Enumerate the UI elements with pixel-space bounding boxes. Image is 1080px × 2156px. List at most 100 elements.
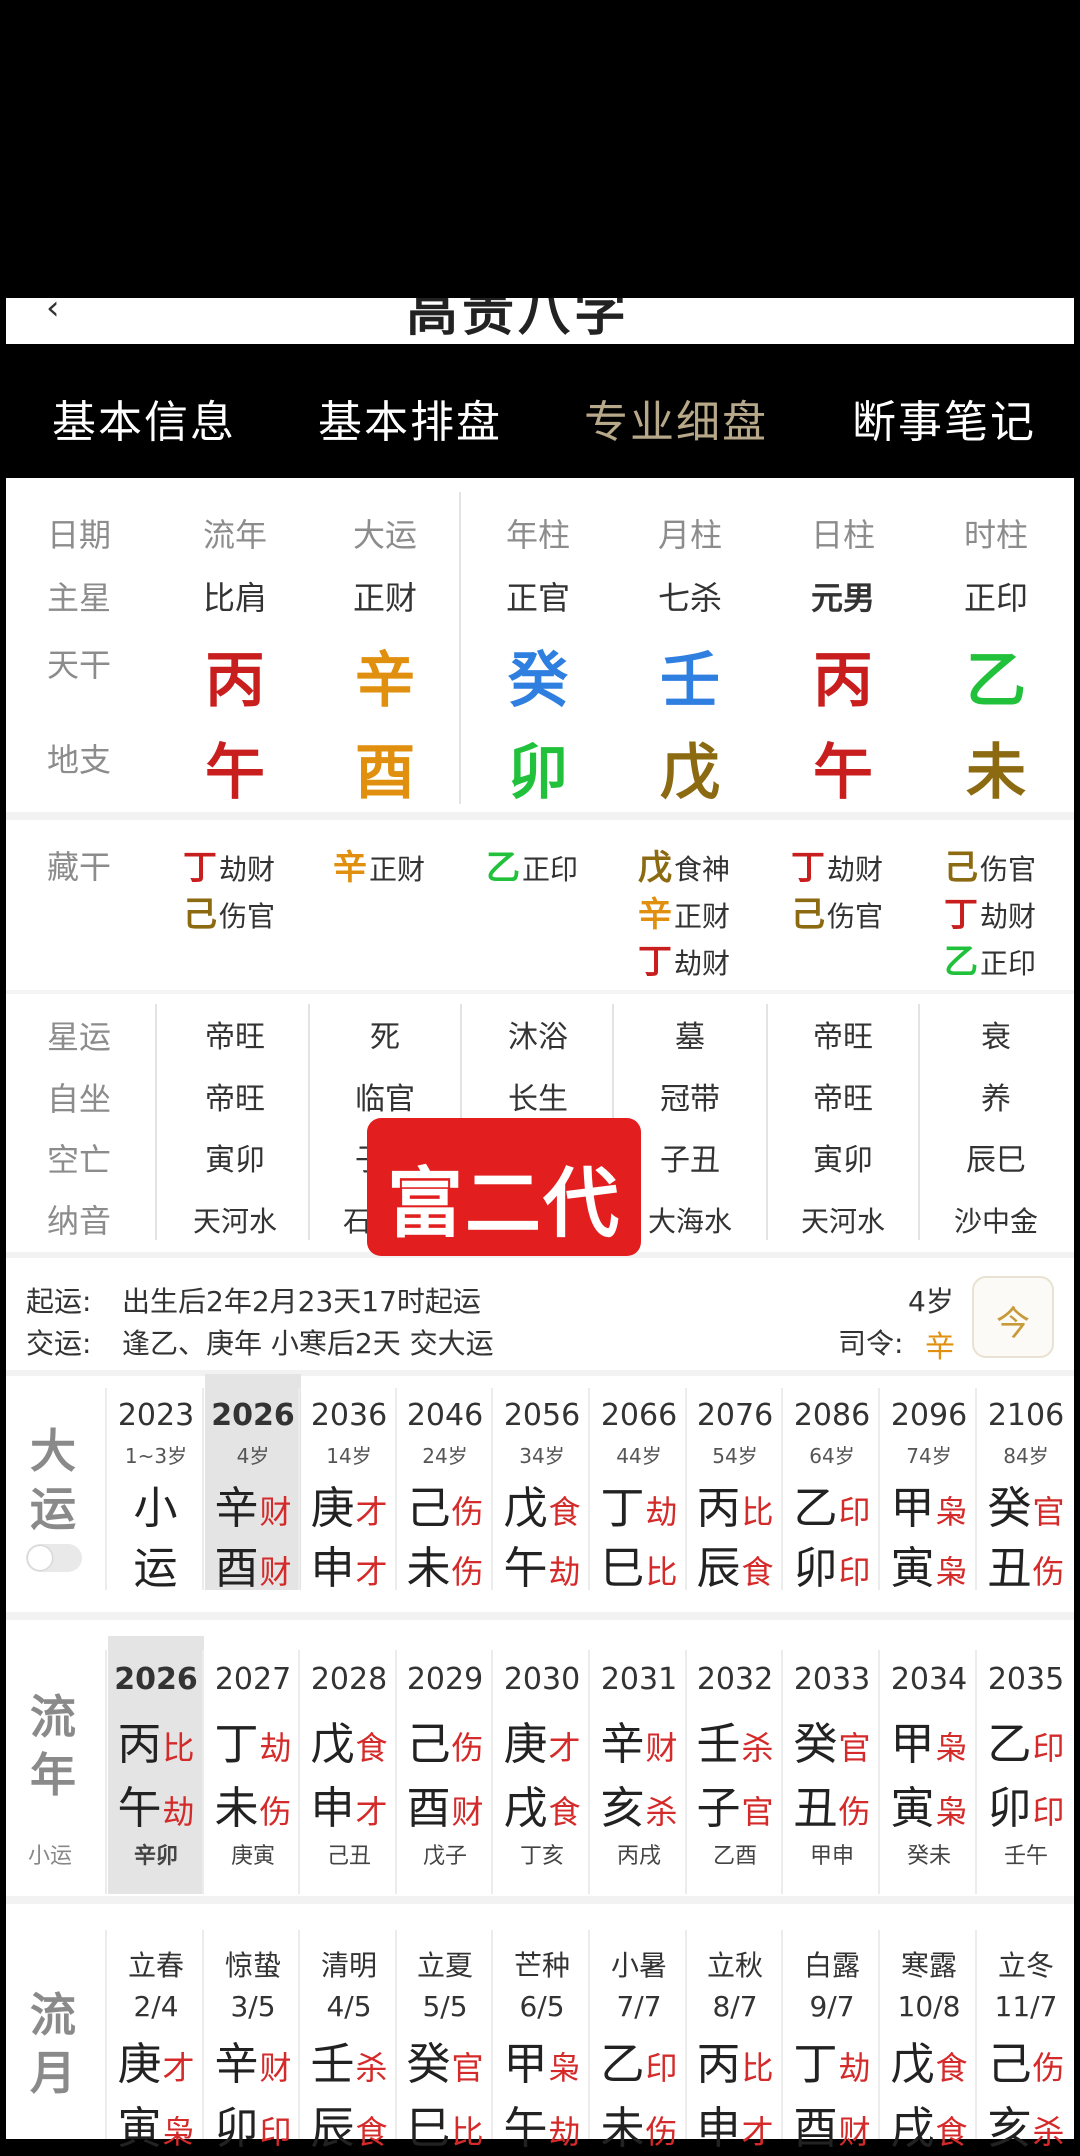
liunian-gan[interactable]: 丁劫 [205, 1708, 301, 1772]
dayun-zhi[interactable]: 酉财 [205, 1532, 301, 1596]
liuyue-date: 9/7 [809, 1990, 855, 2023]
liunian-zhi[interactable]: 午劫 [108, 1772, 204, 1836]
pillar-divider [459, 492, 461, 804]
dayun-zhi[interactable]: 申才 [301, 1532, 397, 1596]
liuyue-zhi[interactable]: 亥杀 [978, 2092, 1074, 2156]
liuyue-zhi[interactable]: 酉财 [784, 2092, 880, 2156]
liuyue-gan[interactable]: 丙比 [687, 2028, 783, 2092]
dayun-zhi-shishen: 比 [645, 1553, 678, 1591]
tab-3[interactable]: 专业细盘 [584, 386, 768, 450]
liuyue-gan[interactable]: 甲枭 [494, 2028, 590, 2092]
liuyue-gan[interactable]: 乙印 [591, 2028, 687, 2092]
liunian-gan[interactable]: 甲枭 [881, 1708, 977, 1772]
liuyue-zhi[interactable]: 卯印 [205, 2092, 301, 2156]
grid-divider [395, 1388, 397, 1590]
dayun-zhi-char: 辰 [696, 1543, 741, 1594]
dayun-gan[interactable]: 辛财 [205, 1472, 301, 1536]
liuyue-gan[interactable]: 己伤 [978, 2028, 1074, 2092]
liunian-gan[interactable]: 乙印 [978, 1708, 1074, 1772]
detail-label: 空亡 [47, 1141, 112, 1179]
liuyue-zhi[interactable]: 戌食 [881, 2092, 977, 2156]
pillar-star: 正官 [505, 579, 570, 617]
chevron-left-icon[interactable]: ‹ [46, 298, 60, 328]
liunian-gan[interactable]: 己伤 [397, 1708, 493, 1772]
dayun-gan[interactable]: 戊食 [494, 1472, 590, 1536]
today-button[interactable]: 今 [972, 1276, 1054, 1358]
liuyue-gan[interactable]: 辛财 [205, 2028, 301, 2092]
dayun-zhi[interactable]: 运 [108, 1532, 204, 1596]
dayun-zhi[interactable]: 巳比 [591, 1532, 687, 1596]
liuyue-zhi[interactable]: 申才 [687, 2092, 783, 2156]
liunian-gan[interactable]: 戊食 [301, 1708, 397, 1772]
grid-divider [395, 1930, 397, 2139]
liuyue-gan[interactable]: 壬杀 [301, 2028, 397, 2092]
dayun-gan[interactable]: 己伤 [397, 1472, 493, 1536]
dayun-gan-char: 丙 [696, 1483, 741, 1534]
liunian-zhi[interactable]: 子官 [687, 1772, 783, 1836]
dayun-zhi[interactable]: 辰食 [687, 1532, 783, 1596]
tab-4[interactable]: 断事笔记 [852, 386, 1036, 450]
liuyue-gan[interactable]: 庚才 [108, 2028, 204, 2092]
jiaoyun-text: 逢乙、庚年 小寒后2天 交大运 [122, 1327, 494, 1360]
liuyue-zhi[interactable]: 未伤 [591, 2092, 687, 2156]
dayun-zhi[interactable]: 卯印 [784, 1532, 880, 1596]
liunian-zhi[interactable]: 亥杀 [591, 1772, 687, 1836]
liuyue-zhi[interactable]: 寅枭 [108, 2092, 204, 2156]
dayun-zhi[interactable]: 寅枭 [881, 1532, 977, 1596]
canggan-item: 乙正印 [486, 840, 578, 889]
grid-divider [105, 1650, 107, 1894]
liuyue-gan-shishen: 官 [451, 2049, 484, 2087]
liuyue-gan[interactable]: 戊食 [881, 2028, 977, 2092]
dayun-zhi[interactable]: 未伤 [397, 1532, 493, 1596]
liuyue-zhi[interactable]: 辰食 [301, 2092, 397, 2156]
liuyue-zhi-char: 午 [503, 2103, 548, 2154]
xiaoyun-toggle[interactable] [26, 1544, 82, 1572]
liunian-zhi[interactable]: 卯印 [978, 1772, 1074, 1836]
liunian-year: 2028 [310, 1662, 388, 1697]
liunian-gan-shishen: 比 [162, 1729, 195, 1767]
pillar-zhi: 酉 [355, 738, 415, 808]
liunian-zhi[interactable]: 丑伤 [784, 1772, 880, 1836]
liunian-year: 2030 [503, 1662, 581, 1697]
dayun-zhi-shishen: 劫 [548, 1553, 581, 1591]
liuyue-gan[interactable]: 丁劫 [784, 2028, 880, 2092]
grid-divider [491, 1930, 493, 2139]
liuyue-gan[interactable]: 癸官 [397, 2028, 493, 2092]
dayun-zhi[interactable]: 丑伤 [978, 1532, 1074, 1596]
dayun-gan[interactable]: 小 [108, 1472, 204, 1536]
liunian-zhi[interactable]: 未伤 [205, 1772, 301, 1836]
liunian-year: 2031 [600, 1662, 678, 1697]
liuyue-zhi-shishen: 杀 [1032, 2113, 1065, 2151]
dayun-gan[interactable]: 丁劫 [591, 1472, 687, 1536]
dayun-zhi-shishen: 印 [838, 1553, 871, 1591]
dayun-gan[interactable]: 庚才 [301, 1472, 397, 1536]
liunian-zhi[interactable]: 酉财 [397, 1772, 493, 1836]
liunian-zhi[interactable]: 寅枭 [881, 1772, 977, 1836]
tab-1[interactable]: 基本信息 [52, 386, 236, 450]
liunian-zhi[interactable]: 申才 [301, 1772, 397, 1836]
dayun-gan[interactable]: 丙比 [687, 1472, 783, 1536]
liunian-gan[interactable]: 壬杀 [687, 1708, 783, 1772]
canggan-gan: 己 [183, 895, 217, 935]
liuyue-term: 立秋 [706, 1949, 763, 1982]
pillar-zhi: 未 [966, 738, 1026, 808]
liunian-gan[interactable]: 癸官 [784, 1708, 880, 1772]
dayun-gan[interactable]: 癸官 [978, 1472, 1074, 1536]
liuyue-zhi[interactable]: 巳比 [397, 2092, 493, 2156]
tab-2[interactable]: 基本排盘 [318, 386, 502, 450]
dayun-gan[interactable]: 乙印 [784, 1472, 880, 1536]
dayun-zhi-char: 酉 [214, 1543, 259, 1594]
liunian-gan[interactable]: 丙比 [108, 1708, 204, 1772]
liunian-xiaoyun: 戊子 [422, 1844, 467, 1869]
liunian-zhi[interactable]: 戌食 [494, 1772, 590, 1836]
dayun-zhi[interactable]: 午劫 [494, 1532, 590, 1596]
liunian-gan[interactable]: 庚才 [494, 1708, 590, 1772]
liuyue-zhi[interactable]: 午劫 [494, 2092, 590, 2156]
dayun-gan-shishen: 印 [838, 1493, 871, 1531]
liuyue-term: 白露 [803, 1949, 860, 1982]
canggan-item: 丁劫财 [183, 840, 275, 889]
dayun-gan[interactable]: 甲枭 [881, 1472, 977, 1536]
liunian-gan[interactable]: 辛财 [591, 1708, 687, 1772]
canggan-item: 丁劫财 [944, 887, 1036, 936]
canggan-gan: 丁 [183, 848, 217, 888]
